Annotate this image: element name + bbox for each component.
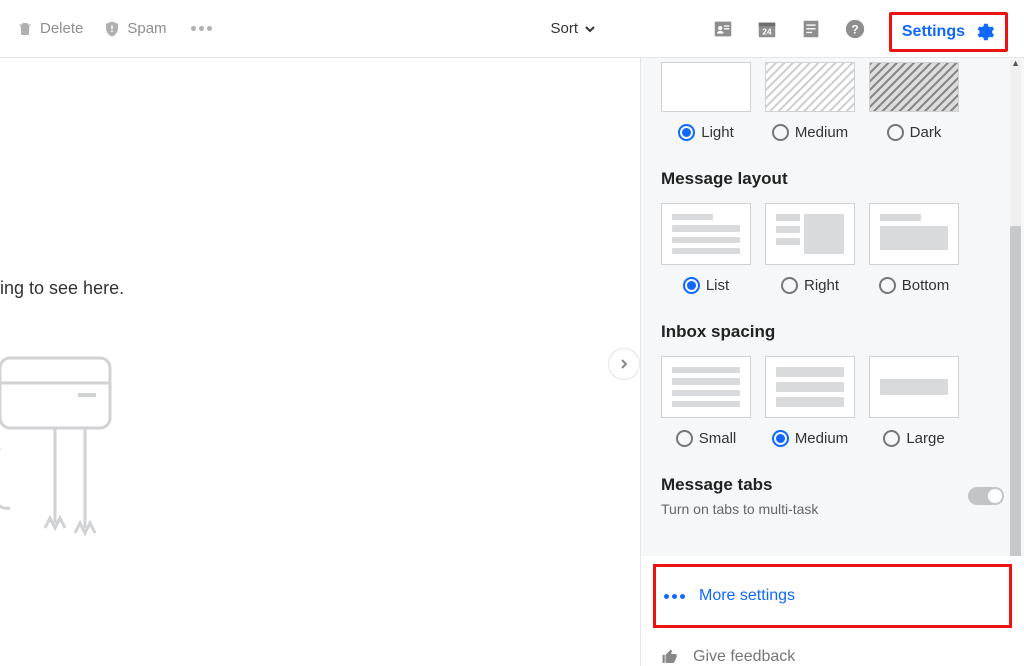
- layout-right-card[interactable]: [765, 203, 855, 265]
- spacing-small-radio[interactable]: Small: [661, 430, 751, 447]
- message-layout-title: Message layout: [661, 169, 1004, 189]
- theme-dark-radio[interactable]: Dark: [869, 124, 959, 141]
- theme-medium-radio[interactable]: Medium: [765, 124, 855, 141]
- spacing-small-label: Small: [699, 430, 737, 447]
- layout-right-radio[interactable]: Right: [765, 277, 855, 294]
- spam-button[interactable]: Spam: [103, 20, 166, 38]
- layout-right-label: Right: [804, 277, 839, 294]
- spacing-medium-label: Medium: [795, 430, 848, 447]
- spacing-medium-radio[interactable]: Medium: [765, 430, 855, 447]
- calendar-icon[interactable]: 24: [756, 18, 778, 40]
- layout-bottom-radio[interactable]: Bottom: [869, 277, 959, 294]
- give-feedback-label: Give feedback: [693, 648, 795, 666]
- layout-bottom-label: Bottom: [902, 277, 950, 294]
- thumb-up-icon: [661, 648, 679, 666]
- more-actions-button[interactable]: [187, 26, 216, 31]
- spacing-small-card[interactable]: [661, 356, 751, 418]
- theme-light-label: Light: [701, 124, 734, 141]
- empty-state-text: ing to see here.: [0, 278, 124, 299]
- inbox-spacing-title: Inbox spacing: [661, 322, 1004, 342]
- help-icon[interactable]: ?: [844, 18, 866, 40]
- sort-button[interactable]: Sort: [550, 20, 596, 37]
- spam-label: Spam: [127, 20, 166, 37]
- settings-label: Settings: [902, 23, 965, 41]
- theme-medium-label: Medium: [795, 124, 848, 141]
- svg-text:24: 24: [762, 27, 772, 36]
- sort-label: Sort: [550, 20, 578, 37]
- chevron-right-icon: [618, 358, 630, 370]
- svg-text:?: ?: [851, 22, 858, 36]
- delete-button[interactable]: Delete: [16, 20, 83, 38]
- spacing-large-label: Large: [906, 430, 944, 447]
- settings-button[interactable]: Settings: [889, 12, 1008, 52]
- spacing-large-radio[interactable]: Large: [869, 430, 959, 447]
- gear-icon: [973, 21, 995, 43]
- message-tabs-title: Message tabs: [661, 475, 818, 495]
- message-tabs-toggle[interactable]: [968, 487, 1004, 505]
- shield-icon: [103, 20, 121, 38]
- theme-light-card[interactable]: [661, 62, 751, 112]
- layout-bottom-card[interactable]: [869, 203, 959, 265]
- more-settings-label: More settings: [699, 587, 795, 605]
- spacing-large-card[interactable]: [869, 356, 959, 418]
- contacts-icon[interactable]: [712, 18, 734, 40]
- spacing-medium-card[interactable]: [765, 356, 855, 418]
- layout-list-radio[interactable]: List: [661, 277, 751, 294]
- give-feedback-button[interactable]: Give feedback: [641, 640, 1024, 666]
- trash-icon: [16, 20, 34, 38]
- theme-light-radio[interactable]: Light: [661, 124, 751, 141]
- delete-label: Delete: [40, 20, 83, 37]
- chevron-down-icon: [584, 23, 596, 35]
- message-tabs-subtitle: Turn on tabs to multi-task: [661, 501, 818, 517]
- more-settings-button[interactable]: More settings: [653, 564, 1012, 628]
- ellipsis-icon: [664, 594, 685, 599]
- theme-dark-card[interactable]: [869, 62, 959, 112]
- layout-list-card[interactable]: [661, 203, 751, 265]
- settings-panel: ▲ ▼ Light Medium: [640, 58, 1024, 666]
- mailbox-illustration: [0, 348, 150, 548]
- theme-medium-card[interactable]: [765, 62, 855, 112]
- notepad-icon[interactable]: [800, 18, 822, 40]
- nav-next-button[interactable]: [608, 348, 640, 380]
- theme-dark-label: Dark: [910, 124, 942, 141]
- layout-list-label: List: [706, 277, 729, 294]
